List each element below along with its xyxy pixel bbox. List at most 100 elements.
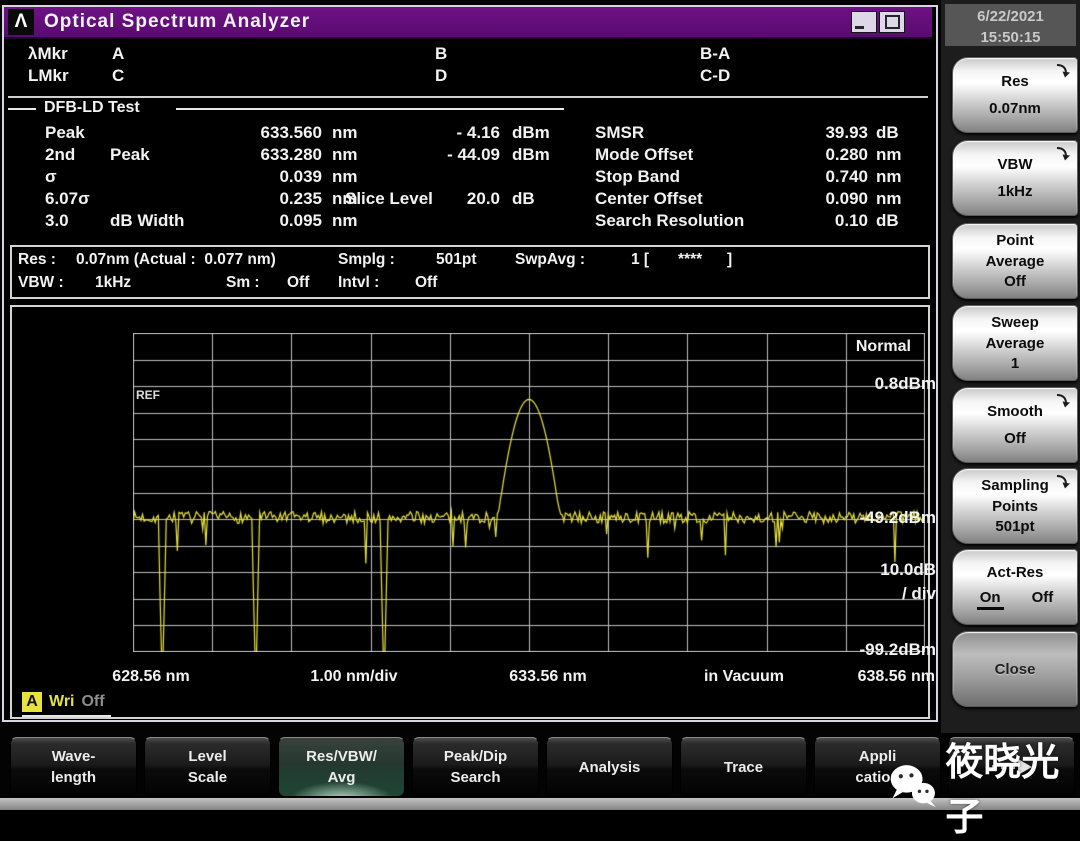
anritsu-logo-icon: Λ: [8, 9, 34, 35]
status-bar: Res : 0.07nm (Actual : 0.077 nm) Smplg : 50…: [10, 245, 930, 299]
minimize-button[interactable]: [851, 11, 877, 33]
softkey-line: 1kHz: [997, 183, 1033, 200]
x-axis-label: 633.56 nm: [509, 668, 587, 685]
x-axis-label: 1.00 nm/div: [310, 668, 398, 685]
analysis-value2: - 44.09: [447, 145, 500, 164]
tab-label-line: Level: [188, 748, 227, 765]
main-screen-frame: Λ Optical Spectrum Analyzer DFB-LD Test …: [2, 5, 938, 722]
tab-label-line: Analysis: [578, 758, 641, 776]
wechat-icon: [890, 765, 936, 808]
tab-trace[interactable]: Trace: [680, 737, 807, 797]
analysis-label: σ: [45, 167, 57, 186]
status-row2-seg: Off: [287, 274, 310, 291]
trace-write-mode: Wri: [49, 693, 75, 710]
softkey-res[interactable]: Res 0.07nm: [952, 57, 1078, 133]
analysis-unit: dB: [876, 123, 899, 142]
time-text: 15:50:15: [980, 29, 1041, 46]
softkey-line: Average: [985, 334, 1045, 352]
tab-label-line: Scale: [187, 769, 228, 786]
softkey-sweep-average[interactable]: Sweep Average 1: [952, 305, 1078, 381]
tab-label-line: Trace: [723, 758, 764, 776]
analysis-unit: nm: [332, 211, 358, 230]
maximize-button[interactable]: [879, 11, 905, 33]
watermark-text: 筱晓光子: [945, 742, 1060, 839]
x-axis-label: in Vacuum: [703, 668, 785, 685]
analysis-value: 0.090: [825, 189, 868, 208]
softkey-line: Average: [985, 252, 1045, 270]
tab-res-vbw-avg[interactable]: Res/VBW/Avg: [278, 737, 405, 797]
tab-wavelength[interactable]: Wave-length: [10, 737, 137, 797]
analysis-unit2: dBm: [512, 145, 550, 164]
marker-name-row1: λMkr: [28, 44, 68, 63]
softkey-line: Close: [994, 660, 1036, 678]
status-row1-seg: ****: [678, 251, 703, 268]
analysis-value: 0.235: [279, 189, 322, 208]
status-row2-seg: Sm :: [226, 274, 260, 291]
analysis-value: 0.740: [825, 167, 868, 186]
tab-label-line: Avg: [327, 769, 356, 786]
act-res-options: On Off: [976, 589, 1054, 611]
tab-analysis[interactable]: Analysis: [546, 737, 673, 797]
status-row2-seg: Off: [415, 274, 438, 291]
softkey-act-res[interactable]: Act-Res On Off: [952, 549, 1078, 625]
status-row1-seg: Smplg :: [338, 251, 395, 268]
softkey-vbw[interactable]: VBW 1kHz: [952, 140, 1078, 216]
spectrum-trace-canvas: [133, 333, 925, 652]
status-row2-seg: 1kHz: [95, 274, 132, 291]
analysis-unit: nm: [332, 145, 358, 164]
y-axis-label: 10.0dB: [880, 560, 936, 579]
analysis-value: 0.095: [279, 211, 322, 230]
status-row1-seg: 0.07nm (Actual : 0.077 nm): [76, 251, 276, 268]
marker-col1-row1: A: [112, 44, 125, 63]
title-bar: Λ Optical Spectrum Analyzer: [4, 7, 932, 39]
tab-peak-dip-search[interactable]: Peak/Dip Search: [412, 737, 539, 797]
marker-col1-row2: C: [112, 66, 125, 85]
softkey-close[interactable]: Close: [952, 631, 1078, 707]
minimize-icon: [855, 26, 864, 29]
separator-line: [8, 96, 928, 98]
hook-arrow-icon: [1056, 64, 1070, 78]
softkey-line: Smooth: [987, 403, 1043, 420]
softkey-line: 0.07nm: [989, 100, 1041, 117]
marker-col3-row1: B-A: [700, 44, 731, 63]
watermark: 筱晓光子: [888, 731, 1080, 841]
tab-label-line: Search: [450, 769, 501, 786]
status-row1-seg: SwpAvg :: [515, 251, 586, 268]
analysis-label: Mode Offset: [595, 145, 694, 164]
tab-label-line: Peak/Dip: [443, 748, 508, 765]
hook-arrow-icon: [1056, 147, 1070, 161]
softkey-smooth[interactable]: Smooth Off: [952, 387, 1078, 463]
act-res-off-option[interactable]: Off: [1032, 589, 1054, 610]
y-axis-label: -49.2dBm: [859, 508, 936, 527]
analysis-label: Center Offset: [595, 189, 703, 208]
analysis-title: DFB-LD Test: [44, 99, 140, 116]
dash-line: [176, 108, 564, 110]
status-row1-seg: ]: [727, 251, 733, 268]
analysis-unit2: dB: [512, 189, 535, 208]
date-text: 6/22/2021: [977, 8, 1044, 25]
analysis-unit2: dBm: [512, 123, 550, 142]
tab-label-line: Wave-: [51, 748, 96, 765]
analysis-label: 6.07σ: [45, 189, 90, 208]
softkey-point-average[interactable]: Point Average Off: [952, 223, 1078, 299]
softkey-line: Off: [1004, 272, 1026, 290]
act-res-on-option[interactable]: On: [976, 589, 1004, 611]
analysis-value: 633.560: [260, 123, 322, 142]
ref-level-label: REF: [136, 388, 160, 402]
analysis-unit: dB: [876, 211, 899, 230]
hook-arrow-icon: [1056, 394, 1070, 408]
analysis-label: Search Resolution: [595, 211, 745, 230]
y-axis-label: / div: [901, 584, 936, 603]
analysis-unit: nm: [876, 167, 902, 186]
analysis-value2: - 4.16: [456, 123, 500, 142]
trace-legend: A Wri Off: [22, 692, 111, 717]
analysis-unit: nm: [876, 145, 902, 164]
datetime-display: 6/22/2021 15:50:15: [945, 4, 1076, 46]
tab-level-scale[interactable]: Level Scale: [144, 737, 271, 797]
analysis-label2: dB Width: [110, 211, 185, 230]
marker-col2-row2: D: [435, 66, 448, 85]
tab-label-line: Res/VBW/: [306, 748, 377, 765]
softkey-line: Points: [992, 497, 1038, 515]
softkey-sampling-points[interactable]: Sampling Points 501pt: [952, 468, 1078, 544]
analysis-label2: Peak: [110, 145, 150, 164]
